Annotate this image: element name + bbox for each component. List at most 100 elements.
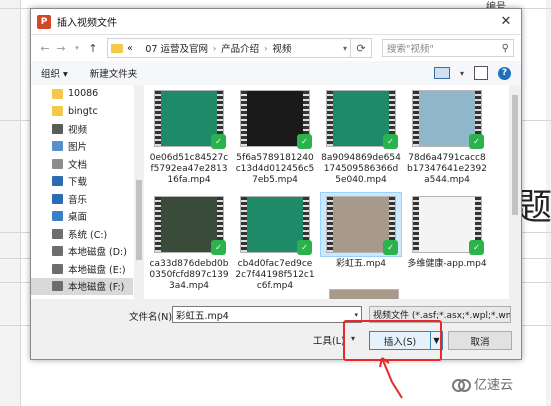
nav-scrollbar[interactable] — [134, 85, 144, 299]
file-name: 彩虹五.mp4 — [335, 259, 387, 269]
nav-item[interactable]: 10086 — [31, 85, 133, 103]
file-item[interactable]: ✓ 0e06d51c84527cf5792ea47e281316fa.mp4 — [149, 87, 229, 186]
nav-item[interactable]: 桌面 — [31, 208, 133, 226]
nav-item[interactable]: bingtc — [31, 103, 133, 121]
address-box[interactable]: « 07 运营及官网 › 产品介绍 › 视频 ▾ — [107, 38, 351, 58]
nav-item[interactable]: 本地磁盘 (E:) — [31, 260, 133, 278]
file-list-scrollbar[interactable] — [509, 85, 521, 299]
nav-item[interactable]: 图片 — [31, 138, 133, 156]
video-frame — [161, 91, 217, 146]
nav-item[interactable]: 本地磁盘 (F:) — [31, 277, 133, 295]
breadcrumb-item[interactable]: 视频 — [272, 41, 291, 55]
recent-dropdown-icon[interactable]: ▾ — [69, 44, 85, 52]
file-scroll-thumb[interactable] — [512, 95, 518, 215]
video-thumbnail-icon: ✓ — [154, 90, 226, 149]
file-item[interactable]: ✓ 5f6a5789181240c13d4d012456c57eb5.mp4 — [235, 87, 315, 186]
file-thumbnail-area: ✓ — [407, 87, 487, 150]
preview-pane-icon[interactable] — [474, 66, 488, 80]
tools-menu[interactable]: 工具(L) — [313, 333, 345, 347]
nav-scroll-thumb[interactable] — [136, 180, 142, 260]
file-item[interactable]: ✓ 多维健康-app.mp4 — [407, 193, 487, 270]
nav-item[interactable]: 下载 — [31, 173, 133, 191]
nav-item-label: 视频 — [68, 124, 88, 136]
file-name: 78d6a4791cacc8b17347641e2392a544.mp4 — [407, 153, 487, 185]
film-strip — [241, 197, 247, 252]
nav-item-label: 本地磁盘 (D:) — [68, 247, 127, 259]
video-frame — [419, 91, 475, 146]
drive-icon — [52, 246, 63, 257]
sync-status-icon: ✓ — [211, 134, 226, 149]
sync-status-icon: ✓ — [383, 240, 398, 255]
file-name: ca33d876debd0b0350fcfd897c1393a4.mp4 — [149, 259, 229, 291]
search-input[interactable]: 搜索"视频" ⚲ — [382, 39, 514, 57]
dialog-title: 插入视频文件 — [57, 18, 117, 29]
annotation-highlight-box — [343, 320, 442, 361]
filename-input[interactable]: 彩虹五.mp4 ▾ — [172, 306, 362, 323]
file-item[interactable]: ✓ 8a9094869de654174509586366d5e040.mp4 — [321, 87, 401, 186]
sync-status-icon: ✓ — [469, 240, 484, 255]
file-thumbnail-area: ✓ — [149, 193, 229, 256]
film-strip — [155, 91, 161, 146]
nav-item-label: 图片 — [68, 142, 88, 154]
sync-status-icon: ✓ — [211, 240, 226, 255]
drive-icon — [52, 281, 63, 292]
video-thumbnail-icon: ✓ — [240, 196, 312, 255]
help-icon[interactable]: ? — [498, 66, 511, 80]
back-arrow-icon[interactable]: ← — [37, 42, 53, 55]
view-dropdown-icon[interactable]: ▾ — [460, 69, 464, 78]
nav-item[interactable]: 系统 (C:) — [31, 225, 133, 243]
nav-item-label: 文档 — [68, 159, 88, 171]
refresh-icon[interactable]: ⟳ — [351, 38, 372, 58]
video-thumbnail-icon: ✓ — [154, 196, 226, 255]
file-thumbnail-area: ✓ — [321, 87, 401, 150]
download-icon — [52, 176, 63, 187]
folder-icon — [52, 106, 63, 117]
folder-icon — [111, 43, 123, 53]
file-thumbnail-area: ✓ — [407, 193, 487, 256]
cancel-button[interactable]: 取消 — [448, 331, 512, 350]
breadcrumb-item[interactable]: 07 运营及官网 — [145, 41, 208, 55]
insert-video-dialog: P 插入视频文件 ✕ ← → ▾ ↑ « 07 运营及官网 › 产品介绍 › 视… — [30, 8, 522, 360]
nav-item-label: 10086 — [68, 88, 99, 100]
documents-icon — [52, 158, 63, 169]
address-dropdown-icon[interactable]: ▾ — [343, 44, 347, 53]
close-button[interactable]: ✕ — [499, 14, 513, 29]
file-list: ✓ 0e06d51c84527cf5792ea47e281316fa.mp4 ✓ 5f… — [149, 85, 505, 299]
file-thumbnail-area: ✓ — [235, 87, 315, 150]
film-strip — [241, 91, 247, 146]
nav-item[interactable]: 本地磁盘 (D:) — [31, 243, 133, 261]
toolbar: 组织 ▾ 新建文件夹 ▾ ? — [31, 61, 521, 86]
breadcrumb-item[interactable]: 产品介绍 — [221, 41, 259, 55]
nav-item[interactable]: 音乐 — [31, 190, 133, 208]
desktop-icon — [52, 211, 63, 222]
sync-status-icon: ✓ — [297, 134, 312, 149]
file-item[interactable]: ✓ 78d6a4791cacc8b17347641e2392a544.mp4 — [407, 87, 487, 186]
video-icon — [52, 123, 63, 134]
file-name: 多维健康-app.mp4 — [407, 259, 487, 269]
nav-item-label: 系统 (C:) — [68, 229, 108, 241]
file-name: 0e06d51c84527cf5792ea47e281316fa.mp4 — [149, 153, 229, 185]
nav-item-label: 本地磁盘 (F:) — [68, 282, 125, 294]
file-item[interactable]: ✓ 彩虹五.mp4 — [320, 192, 402, 270]
video-thumbnail-icon: ✓ — [240, 90, 312, 149]
film-strip — [413, 91, 419, 146]
file-item[interactable]: ✓ cb4d0fac7ed9ce2c7f44198f512c1c6f.mp4 — [235, 193, 315, 292]
filename-value: 彩虹五.mp4 — [176, 310, 229, 322]
file-name: cb4d0fac7ed9ce2c7f44198f512c1c6f.mp4 — [235, 259, 315, 291]
breadcrumb-overflow[interactable]: « — [127, 43, 133, 54]
file-item[interactable]: ✓ ca33d876debd0b0350fcfd897c1393a4.mp4 — [149, 193, 229, 292]
view-mode-icon[interactable] — [433, 67, 450, 79]
nav-item[interactable]: 视频 — [31, 120, 133, 138]
search-icon[interactable]: ⚲ — [502, 43, 509, 54]
dialog-titlebar[interactable]: P 插入视频文件 ✕ — [31, 9, 521, 35]
organize-menu[interactable]: 组织 ▾ — [41, 66, 68, 80]
file-name: 5f6a5789181240c13d4d012456c57eb5.mp4 — [235, 153, 315, 185]
forward-arrow-icon[interactable]: → — [53, 42, 69, 55]
music-icon — [52, 193, 63, 204]
watermark-text: 亿速云 — [474, 378, 514, 393]
up-arrow-icon[interactable]: ↑ — [85, 42, 101, 55]
filename-dropdown-icon[interactable]: ▾ — [354, 311, 358, 319]
new-folder-button[interactable]: 新建文件夹 — [90, 66, 138, 80]
sync-status-icon: ✓ — [297, 240, 312, 255]
nav-item[interactable]: 文档 — [31, 155, 133, 173]
